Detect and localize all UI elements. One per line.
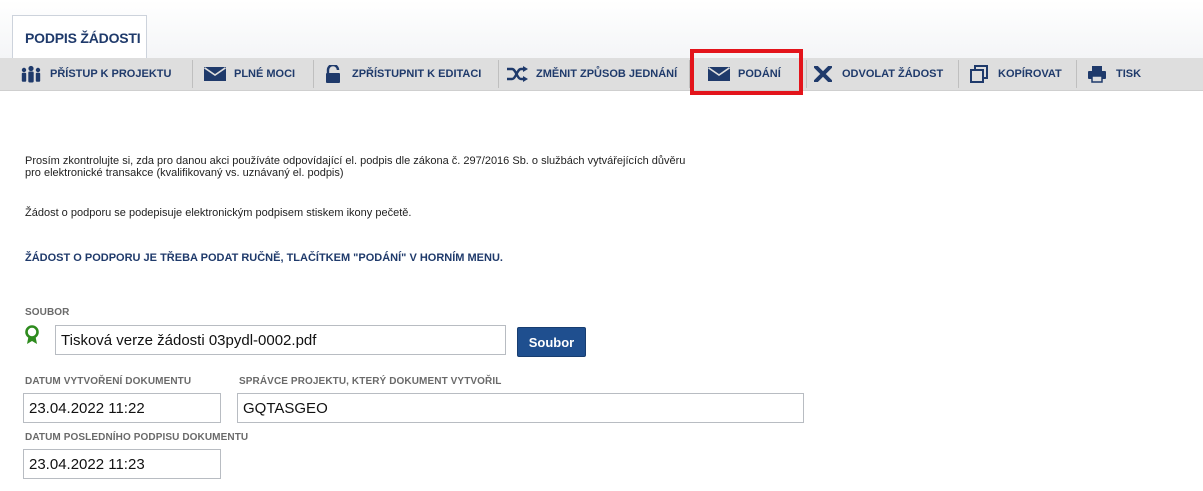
toolbar-label: ZMĚNIT ZPŮSOB JEDNÁNÍ bbox=[536, 68, 678, 80]
info-text-line-2: pro elektronické transakce (kvalifikovan… bbox=[25, 166, 344, 180]
toolbar-label: PŘÍSTUP K PROJEKTU bbox=[50, 68, 172, 80]
toolbar-divider bbox=[806, 60, 807, 88]
users-icon bbox=[20, 65, 42, 83]
last-signature-field[interactable]: 23.04.2022 11:23 bbox=[23, 449, 221, 479]
toolbar-label: ZPŘÍSTUPNIT K EDITACI bbox=[352, 68, 482, 80]
print-icon bbox=[1086, 65, 1108, 83]
tab-label: PODPIS ŽÁDOSTI bbox=[25, 30, 141, 46]
toolbar-divider bbox=[498, 60, 499, 88]
tab-podpis-zadosti[interactable]: PODPIS ŽÁDOSTI bbox=[12, 15, 147, 59]
submit-notice: ŽÁDOST O PODPORU JE TŘEBA PODAT RUČNĚ, T… bbox=[25, 252, 503, 264]
file-label: SOUBOR bbox=[25, 307, 70, 318]
toolbar-label: KOPÍROVAT bbox=[998, 68, 1062, 80]
toolbar-label: TISK bbox=[1116, 68, 1142, 80]
file-button[interactable]: Soubor bbox=[517, 327, 586, 357]
toolbar: PŘÍSTUP K PROJEKTU PLNÉ MOCI ZPŘÍSTUPNIT… bbox=[0, 58, 1203, 91]
access-to-project-button[interactable]: PŘÍSTUP K PROJEKTU bbox=[20, 58, 171, 90]
file-name-field[interactable]: Tisková verze žádosti 03pydl-0002.pdf bbox=[55, 325, 506, 355]
submit-highlight-frame bbox=[690, 49, 803, 95]
created-date-label: DATUM VYTVOŘENÍ DOKUMENTU bbox=[25, 376, 192, 387]
copy-icon bbox=[968, 65, 990, 83]
last-signature-label: DATUM POSLEDNÍHO PODPISU DOKUMENTU bbox=[25, 432, 249, 443]
toolbar-label: PLNÉ MOCI bbox=[234, 68, 296, 80]
withdraw-application-button[interactable]: ODVOLAT ŽÁDOST bbox=[812, 58, 943, 90]
envelope-icon bbox=[204, 67, 226, 81]
powers-of-attorney-button[interactable]: PLNÉ MOCI bbox=[204, 58, 295, 90]
created-date-field[interactable]: 23.04.2022 11:22 bbox=[23, 393, 221, 423]
tab-bar: PODPIS ŽÁDOSTI bbox=[0, 0, 1203, 59]
project-admin-field[interactable]: GQTASGEO bbox=[237, 393, 804, 423]
print-button[interactable]: TISK bbox=[1086, 58, 1141, 90]
toolbar-divider bbox=[192, 60, 193, 88]
unlock-icon bbox=[322, 65, 344, 83]
toolbar-label: ODVOLAT ŽÁDOST bbox=[842, 68, 944, 80]
close-icon bbox=[812, 66, 834, 82]
info-text-line-1: Prosím zkontrolujte si, zda pro danou ak… bbox=[25, 154, 686, 168]
toolbar-divider bbox=[313, 60, 314, 88]
make-editable-button[interactable]: ZPŘÍSTUPNIT K EDITACI bbox=[322, 58, 481, 90]
sign-info-text: Žádost o podporu se podepisuje elektroni… bbox=[25, 206, 412, 220]
seal-icon[interactable] bbox=[24, 325, 40, 350]
main-content: Prosím zkontrolujte si, zda pro danou ak… bbox=[0, 91, 1203, 491]
project-admin-label: SPRÁVCE PROJEKTU, KTERÝ DOKUMENT VYTVOŘI… bbox=[239, 376, 502, 387]
toolbar-divider bbox=[1076, 60, 1077, 88]
toolbar-divider bbox=[958, 60, 959, 88]
shuffle-icon bbox=[506, 66, 528, 82]
copy-button[interactable]: KOPÍROVAT bbox=[968, 58, 1062, 90]
change-procedure-button[interactable]: ZMĚNIT ZPŮSOB JEDNÁNÍ bbox=[506, 58, 677, 90]
